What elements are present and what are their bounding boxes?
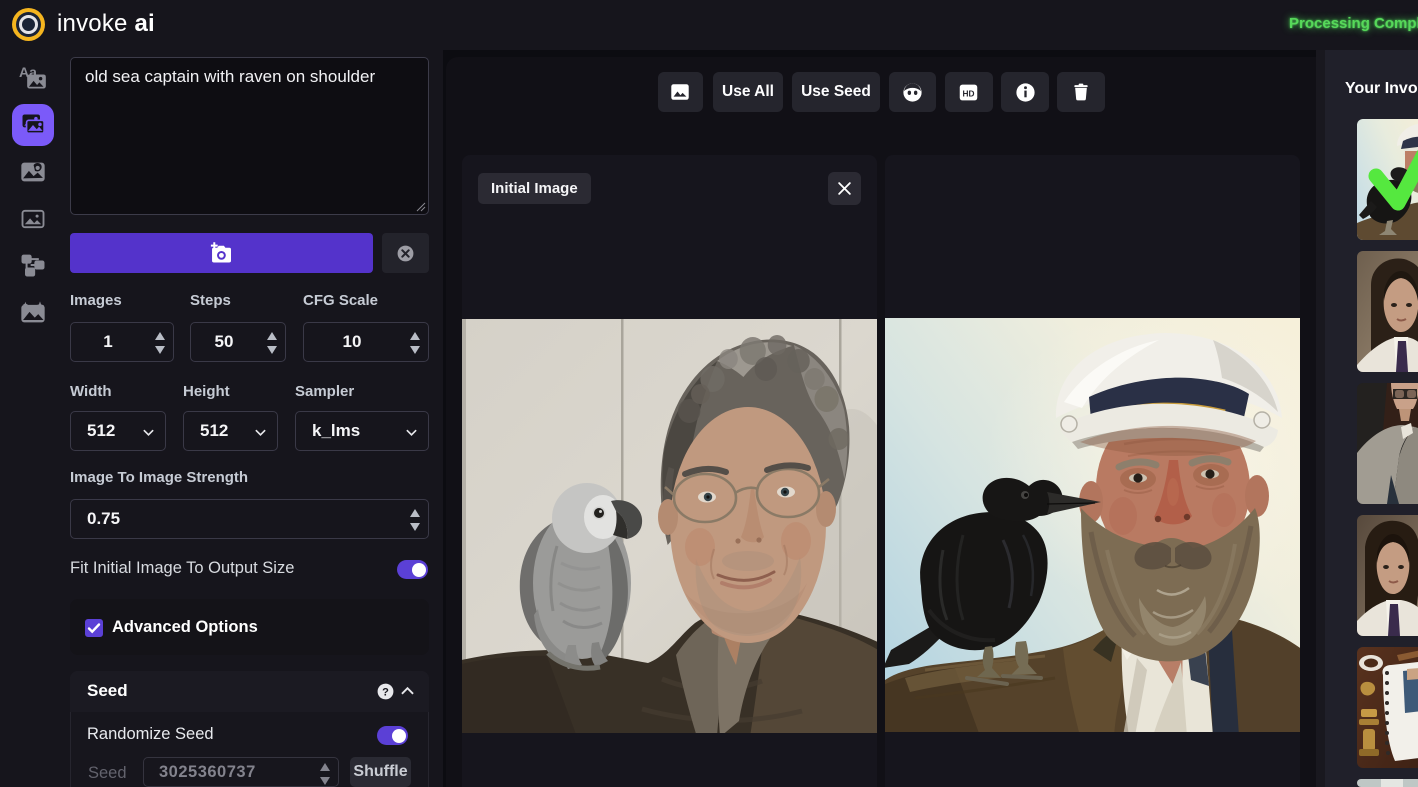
svg-text:?: ? <box>382 686 389 698</box>
svg-text:HD: HD <box>963 88 975 98</box>
